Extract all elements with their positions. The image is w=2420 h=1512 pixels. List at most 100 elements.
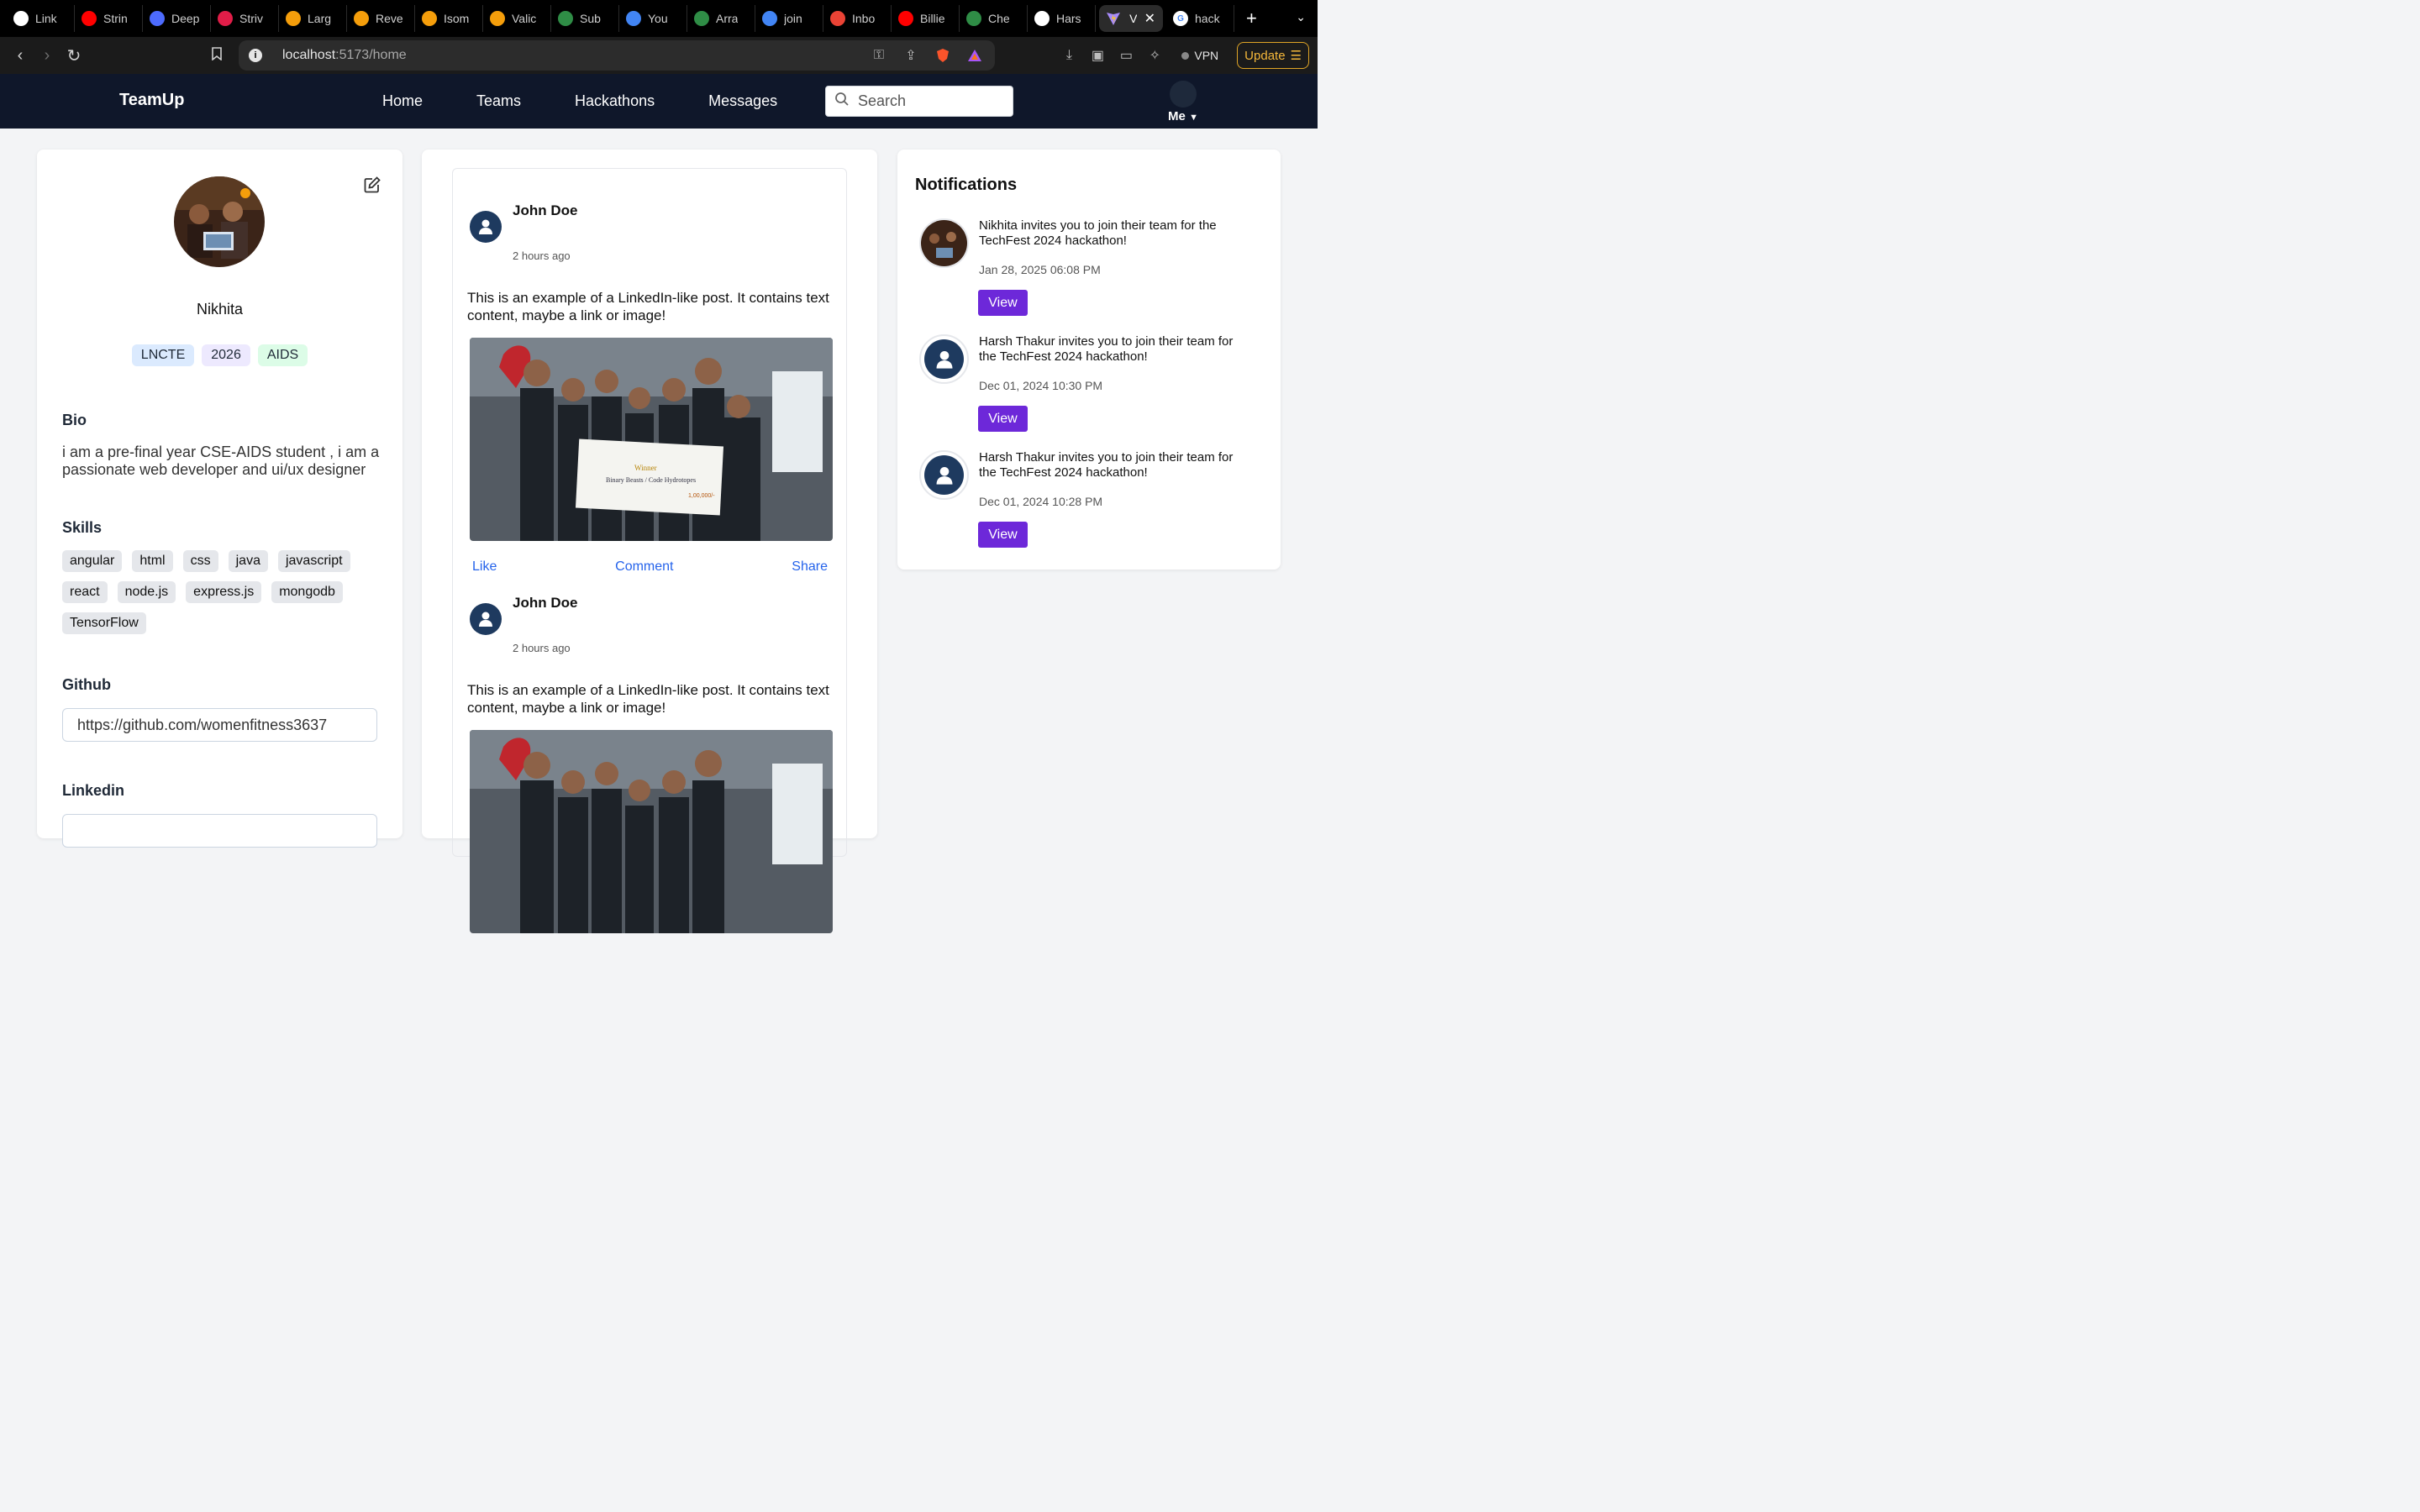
sidebar-icon[interactable]: ▣ [1089, 47, 1106, 64]
share-icon[interactable]: ⇪ [902, 47, 919, 64]
search-input[interactable] [858, 92, 1009, 110]
search-icon [834, 92, 850, 111]
browser-tab[interactable]: Larg [279, 5, 347, 32]
browser-tab[interactable]: join [755, 5, 823, 32]
nav-home[interactable]: Home [382, 92, 423, 110]
notification-message: Harsh Thakur invites you to join their t… [979, 450, 1234, 480]
post-author[interactable]: John Doe [513, 202, 577, 219]
skill-chip: angular [62, 550, 123, 572]
notification-message: Harsh Thakur invites you to join their t… [979, 334, 1234, 364]
reload-icon[interactable]: ↻ [60, 45, 87, 66]
gmail-icon [830, 11, 845, 26]
skill-chip: express.js [186, 581, 262, 603]
search-box [825, 86, 1013, 117]
brand-logo[interactable]: TeamUp [119, 91, 184, 110]
svg-text:Binary Beasts / Code Hydrotope: Binary Beasts / Code Hydrotopes [606, 476, 696, 484]
code-icon [286, 11, 301, 26]
brave-rewards-icon[interactable] [966, 47, 983, 64]
notification-date: Dec 01, 2024 10:28 PM [979, 495, 1103, 508]
post-author[interactable]: John Doe [513, 595, 577, 612]
google-icon: G [1173, 11, 1188, 26]
post-image [470, 730, 833, 933]
notification-avatar [919, 450, 969, 500]
browser-tab[interactable]: Che [960, 5, 1028, 32]
linkedin-field[interactable] [62, 814, 377, 848]
edit-icon[interactable] [363, 176, 381, 194]
code-icon [354, 11, 369, 26]
vpn-button[interactable]: VPN [1175, 44, 1225, 67]
github-field[interactable] [62, 708, 377, 742]
tab-label: join [784, 12, 802, 25]
browser-tab[interactable]: Valic [483, 5, 551, 32]
gfg-icon [694, 11, 709, 26]
share-button[interactable]: Share [792, 559, 828, 575]
download-icon[interactable]: ⤓ [1060, 47, 1077, 64]
back-icon[interactable]: ‹ [7, 46, 34, 66]
new-tab-icon[interactable]: + [1246, 8, 1257, 29]
key-icon[interactable]: ⚿ [871, 47, 887, 64]
like-button[interactable]: Like [472, 559, 497, 575]
user-avatar-icon [924, 455, 964, 495]
skill-chip: react [62, 581, 108, 603]
browser-tab[interactable]: Inbo [823, 5, 892, 32]
tab-label: hack [1195, 12, 1220, 25]
view-button[interactable]: View [978, 406, 1028, 432]
browser-tab[interactable]: Billie [892, 5, 960, 32]
user-avatar-icon [470, 603, 502, 635]
youtube-icon [898, 11, 913, 26]
tab-label: Deep [171, 12, 200, 25]
post-text: This is an example of a LinkedIn-like po… [467, 290, 829, 323]
post-time: 2 hours ago [513, 642, 571, 654]
skill-chip: css [182, 550, 218, 572]
nav-messages[interactable]: Messages [708, 92, 777, 110]
browser-tab[interactable]: Hars [1028, 5, 1096, 32]
view-button[interactable]: View [978, 290, 1028, 316]
notification-avatar [919, 218, 969, 268]
tab-label: Strin [103, 12, 128, 25]
browser-tab[interactable]: Sub [551, 5, 619, 32]
me-menu[interactable]: Me ▼ [1166, 81, 1200, 123]
skills-list: angular html css java javascript react node.js… [62, 550, 381, 634]
tab-label: Che [988, 12, 1010, 25]
close-icon[interactable]: ✕ [1144, 10, 1155, 27]
browser-tab[interactable]: Reve [347, 5, 415, 32]
tab-hack[interactable]: G hack [1166, 5, 1234, 32]
nav-teams[interactable]: Teams [476, 92, 521, 110]
browser-tab[interactable]: Strin [75, 5, 143, 32]
tag-college: LNCTE [131, 344, 195, 366]
bio-heading: Bio [62, 412, 87, 428]
linkedin-heading: Linkedin [62, 782, 125, 799]
tab-label: Valic [512, 12, 537, 25]
skill-chip: TensorFlow [62, 612, 146, 634]
profile-name: Nikhita [196, 301, 244, 318]
browser-tab[interactable]: Arra [687, 5, 755, 32]
chevron-down-icon[interactable]: ⌄ [1296, 10, 1306, 24]
nav-hackathons[interactable]: Hackathons [575, 92, 655, 110]
update-button[interactable]: Update ☰ [1237, 42, 1309, 69]
browser-tab[interactable]: Striv [211, 5, 279, 32]
leo-ai-icon[interactable]: ✧ [1146, 47, 1163, 64]
tag-branch: AIDS [257, 344, 308, 366]
bookmark-icon[interactable] [203, 46, 230, 65]
notification-avatar [919, 334, 969, 384]
tab-active[interactable]: V ✕ [1099, 5, 1163, 32]
browser-tab[interactable]: Deep [143, 5, 211, 32]
notification-date: Dec 01, 2024 10:30 PM [979, 379, 1103, 392]
info-icon[interactable]: i [249, 49, 262, 62]
browser-tab[interactable]: Isom [415, 5, 483, 32]
browser-tab[interactable]: Link [7, 5, 75, 32]
tab-label: Billie [920, 12, 945, 25]
vpn-label: VPN [1194, 49, 1219, 62]
comment-button[interactable]: Comment [615, 559, 673, 575]
view-button[interactable]: View [978, 522, 1028, 548]
browser-tab[interactable]: You [619, 5, 687, 32]
forward-icon[interactable]: › [34, 46, 60, 66]
skill-chip: java [228, 550, 268, 572]
tab-label: Inbo [852, 12, 876, 25]
url-text: localhost:5173/home [282, 48, 407, 62]
main-nav: Home Teams Hackathons Messages [382, 92, 777, 110]
brave-shield-icon[interactable] [934, 47, 951, 64]
wallet-icon[interactable]: ▭ [1118, 47, 1134, 64]
address-bar[interactable]: i localhost:5173/home ⚿ ⇪ [239, 40, 995, 71]
caret-down-icon: ▼ [1189, 113, 1198, 123]
